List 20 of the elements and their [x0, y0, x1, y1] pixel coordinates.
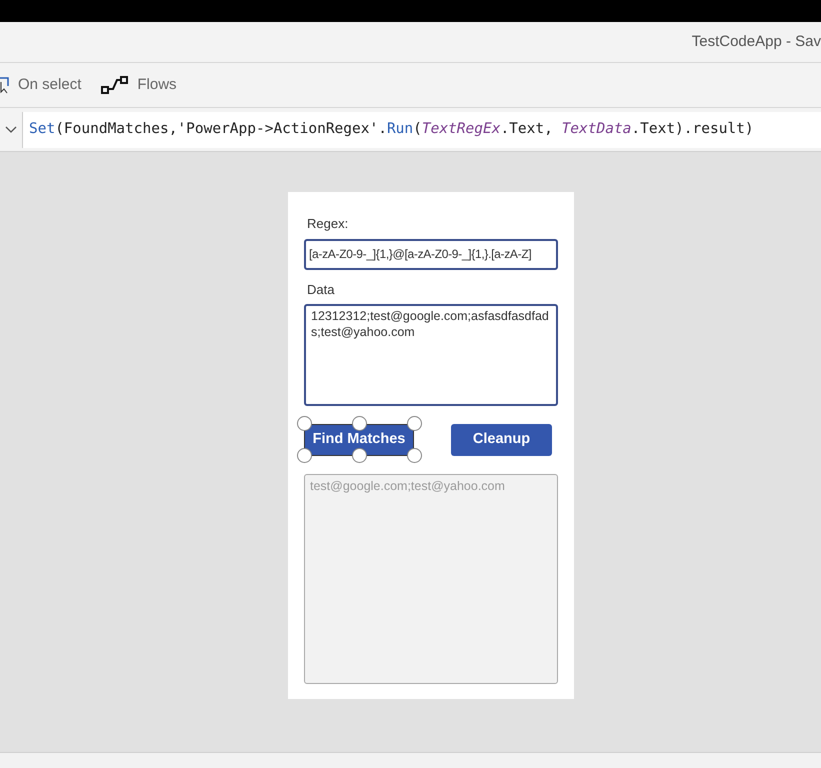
regex-label: Regex: [307, 215, 350, 233]
resize-handle[interactable] [352, 448, 367, 463]
action-button[interactable]: Find Matches [304, 424, 414, 456]
resize-handle[interactable] [297, 416, 312, 431]
toolbar-button[interactable]: Flows [101, 74, 177, 96]
data-label: Data [307, 280, 336, 298]
resize-handle[interactable] [352, 416, 367, 431]
chevron-down-icon[interactable] [5, 126, 17, 134]
flow-icon [101, 75, 130, 95]
action-button[interactable]: Cleanup [451, 424, 552, 456]
result-field: test@google.com;test@yahoo.com [304, 474, 558, 684]
resize-handle[interactable] [407, 448, 422, 463]
toolbar-button[interactable]: On select [0, 74, 82, 96]
formula-field[interactable]: Set(FoundMatches,'PowerApp->ActionRegex'.Run(TextRegEx.Text, TextData.Text).result) [22, 112, 821, 148]
resize-handle[interactable] [407, 416, 422, 431]
resize-handle[interactable] [297, 448, 312, 463]
cursor-icon [0, 76, 10, 94]
data-field[interactable]: 12312312;test@google.com;asfasdfasdfads;test@yahoo.com [304, 304, 558, 406]
regex-field[interactable]: [a-zA-Z0-9-_]{1,}@[a-zA-Z0-9-_]{1,}.[a-zA-Z] [304, 238, 558, 270]
window-title: TestCodeApp - Sav [692, 32, 821, 52]
